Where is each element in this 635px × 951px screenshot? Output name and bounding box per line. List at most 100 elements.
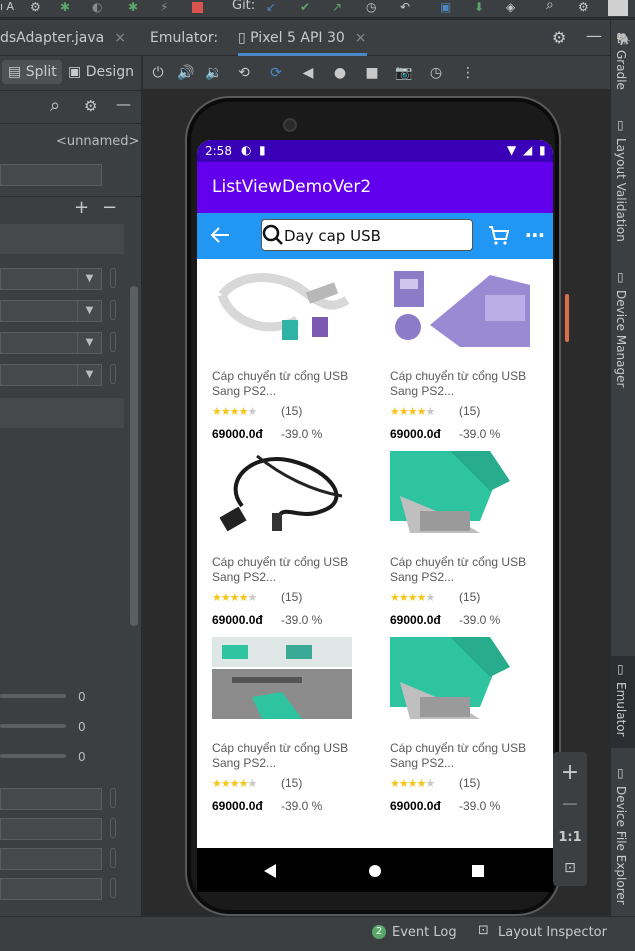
rollback-icon[interactable]: ↶: [400, 0, 410, 14]
search-everywhere-icon[interactable]: ⌕: [546, 0, 554, 13]
settings-icon[interactable]: ⚙: [578, 0, 589, 14]
zoom-in-button[interactable]: +: [553, 760, 587, 785]
volume-up-icon[interactable]: 🔊: [175, 62, 197, 84]
attribute-picker[interactable]: [110, 848, 116, 868]
account-avatar[interactable]: [608, 0, 628, 16]
slider[interactable]: [0, 694, 66, 698]
nav-back-icon[interactable]: [263, 863, 277, 879]
attribute-picker[interactable]: [110, 818, 116, 838]
product-card[interactable]: Cáp chuyển từ cổng USB Sang PS2... ★★★★★(…: [375, 265, 530, 451]
attribute-picker[interactable]: [110, 788, 116, 808]
device-manager-icon[interactable]: ◈: [506, 0, 515, 14]
stop-icon[interactable]: [192, 2, 203, 13]
attribute-picker[interactable]: [110, 268, 116, 288]
layout-inspector-icon: ⊡: [478, 923, 489, 938]
zoom-fit-icon[interactable]: ⊡: [553, 860, 587, 876]
avd-manager-icon[interactable]: ▣: [440, 0, 451, 14]
star-icon: ★: [416, 405, 427, 418]
apply-changes-icon[interactable]: ⚡: [160, 0, 168, 14]
nav-recents-icon[interactable]: [471, 864, 485, 878]
debug-bug-icon[interactable]: ✱: [60, 0, 70, 14]
design-button[interactable]: ▣ Design: [68, 60, 140, 84]
split-button[interactable]: ▤ Split: [2, 60, 62, 84]
ide-status-bar: 2 Event Log ⊡ Layout Inspector: [0, 916, 635, 951]
attribute-picker[interactable]: [110, 300, 116, 320]
id-field[interactable]: [0, 164, 102, 186]
product-card[interactable]: Cáp chuyển từ cổng USB Sang PS2... ★★★★★(…: [197, 451, 352, 637]
sdk-manager-icon[interactable]: ⬇: [474, 0, 484, 14]
overview-icon[interactable]: ■: [361, 62, 383, 84]
rotate-left-icon[interactable]: ⟲: [233, 62, 255, 84]
device-manager-tab[interactable]: Device Manager: [614, 290, 628, 387]
gradle-tab[interactable]: Gradle: [614, 50, 628, 90]
remove-attribute-button[interactable]: −: [102, 197, 117, 218]
back-arrow-icon[interactable]: [209, 225, 231, 245]
star-icon: ★: [229, 777, 240, 790]
vcs-push-icon[interactable]: ↗: [332, 0, 342, 14]
zoom-actual-button[interactable]: 1:1: [553, 830, 587, 845]
layout-inspector-button[interactable]: Layout Inspector: [498, 925, 607, 940]
vcs-label: Git:: [232, 0, 256, 13]
volume-down-icon[interactable]: 🔉: [203, 62, 225, 84]
zoom-out-button[interactable]: −: [553, 792, 587, 817]
attribute-picker[interactable]: [110, 878, 116, 898]
vcs-update-icon[interactable]: ↙: [266, 0, 276, 14]
more-icon[interactable]: ⋮: [457, 62, 479, 84]
panel-scrollbar[interactable]: [130, 286, 138, 626]
attribute-picker[interactable]: [110, 364, 116, 384]
product-review-count: (15): [281, 590, 303, 604]
profile-icon[interactable]: ◐: [92, 0, 102, 14]
product-card[interactable]: Cáp chuyển từ cổng USB Sang PS2... ★★★★★(…: [197, 637, 352, 823]
attribute-field[interactable]: [0, 788, 102, 810]
attribute-field[interactable]: [0, 848, 102, 870]
app-title: ListViewDemoVer2: [212, 177, 372, 197]
attribute-field[interactable]: [0, 818, 102, 840]
emulator-tab[interactable]: Emulator: [614, 682, 628, 737]
minimize-icon[interactable]: —: [586, 26, 602, 45]
design-label: Design: [85, 64, 135, 80]
zoom-controls: + − 1:1 ⊡: [553, 752, 587, 886]
slider[interactable]: [0, 724, 66, 728]
back-icon[interactable]: ◀: [297, 62, 319, 84]
layout-validation-tab[interactable]: Layout Validation: [614, 138, 628, 242]
attach-debugger-icon[interactable]: ✱: [128, 0, 138, 14]
minimize-icon[interactable]: —: [116, 95, 131, 113]
cart-icon[interactable]: [487, 223, 511, 247]
rotate-right-icon[interactable]: ⟳: [265, 62, 287, 84]
attribute-combo[interactable]: ▼: [0, 332, 102, 354]
device-file-explorer-tab[interactable]: Device File Explorer: [614, 786, 628, 905]
overflow-menu-icon[interactable]: ⋯: [525, 223, 545, 247]
attribute-combo[interactable]: ▼: [0, 300, 102, 322]
build-icon[interactable]: ⚙: [30, 0, 41, 14]
nav-home-icon[interactable]: [368, 864, 382, 878]
history-icon[interactable]: ◷: [366, 0, 376, 14]
search-input[interactable]: Day cap USB: [261, 219, 473, 251]
event-log-button[interactable]: Event Log: [392, 925, 457, 940]
camera-icon[interactable]: 📷: [393, 62, 415, 84]
star-icon: ★: [220, 405, 231, 418]
close-icon[interactable]: ×: [355, 30, 367, 46]
front-camera: [283, 118, 297, 132]
tab-adapter-file[interactable]: dsAdapter.java ×: [0, 20, 126, 56]
product-name: Cáp chuyển từ cổng USB Sang PS2...: [390, 555, 527, 584]
close-icon[interactable]: ×: [114, 30, 126, 46]
gear-icon[interactable]: ⚙: [84, 97, 97, 115]
home-icon[interactable]: ●: [329, 62, 351, 84]
slider[interactable]: [0, 754, 66, 758]
product-card[interactable]: Cáp chuyển từ cổng USB Sang PS2... ★★★★★(…: [375, 637, 530, 823]
power-icon[interactable]: ⏻: [147, 62, 169, 84]
snapshot-icon[interactable]: ◷: [425, 62, 447, 84]
attribute-picker[interactable]: [110, 332, 116, 352]
add-attribute-button[interactable]: +: [74, 197, 89, 218]
attribute-field[interactable]: [0, 878, 102, 900]
star-icon: ★: [212, 591, 222, 604]
tab-pixel5[interactable]: ▯ Pixel 5 API 30 ×: [238, 20, 367, 56]
product-card[interactable]: Cáp chuyển từ cổng USB Sang PS2... ★★★★★(…: [197, 265, 352, 451]
gear-icon[interactable]: ⚙: [552, 28, 566, 47]
attribute-combo[interactable]: ▼: [0, 364, 102, 386]
toolbar-fragment: ı A: [0, 0, 15, 13]
product-card[interactable]: Cáp chuyển từ cổng USB Sang PS2... ★★★★★(…: [375, 451, 530, 637]
vcs-commit-icon[interactable]: ✔: [300, 0, 310, 14]
attribute-combo[interactable]: ▼: [0, 268, 102, 290]
search-icon[interactable]: ⌕: [50, 95, 60, 116]
